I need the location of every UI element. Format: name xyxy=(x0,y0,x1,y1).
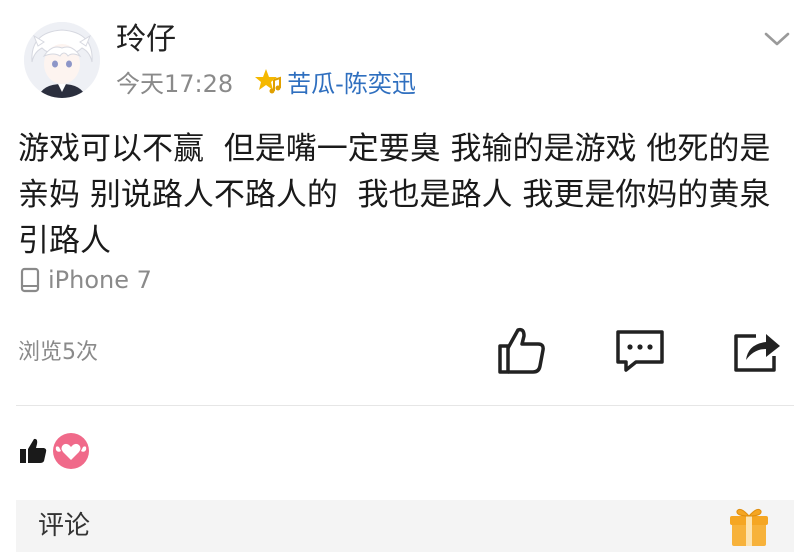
chevron-down-icon[interactable] xyxy=(762,28,792,50)
gift-icon[interactable] xyxy=(728,504,770,548)
device-name: iPhone 7 xyxy=(48,266,152,294)
share-icon xyxy=(734,334,780,372)
post-meta: 今天17:28 苦瓜-陈奕迅 xyxy=(116,64,416,98)
comment-bubble-icon xyxy=(616,330,664,372)
comment-label[interactable]: 评论 xyxy=(38,508,90,544)
avatar[interactable] xyxy=(24,22,100,98)
post-time: 今天17:28 xyxy=(116,69,234,98)
divider xyxy=(16,405,794,406)
like-button[interactable] xyxy=(494,322,550,378)
phone-icon xyxy=(20,267,40,293)
comment-bar[interactable]: 评论 xyxy=(16,500,794,552)
device-info: iPhone 7 xyxy=(20,262,152,298)
share-button[interactable] xyxy=(728,322,784,378)
reaction-thumbs-up-icon[interactable] xyxy=(18,436,48,466)
post-source[interactable]: 苦瓜-陈奕迅 xyxy=(287,64,416,99)
heart-wings-icon[interactable] xyxy=(52,432,90,470)
view-count: 浏览5次 xyxy=(18,340,98,365)
username[interactable]: 玲仔 xyxy=(116,20,176,60)
star-music-icon xyxy=(253,66,283,96)
avatar-image xyxy=(24,22,100,98)
comment-button[interactable] xyxy=(612,322,668,378)
thumbs-up-icon xyxy=(498,327,545,374)
post-text: 游戏可以不赢 但是嘴一定要臭 我输的是游戏 他死的是亲妈 别说路人不路人的 我也… xyxy=(18,131,771,259)
